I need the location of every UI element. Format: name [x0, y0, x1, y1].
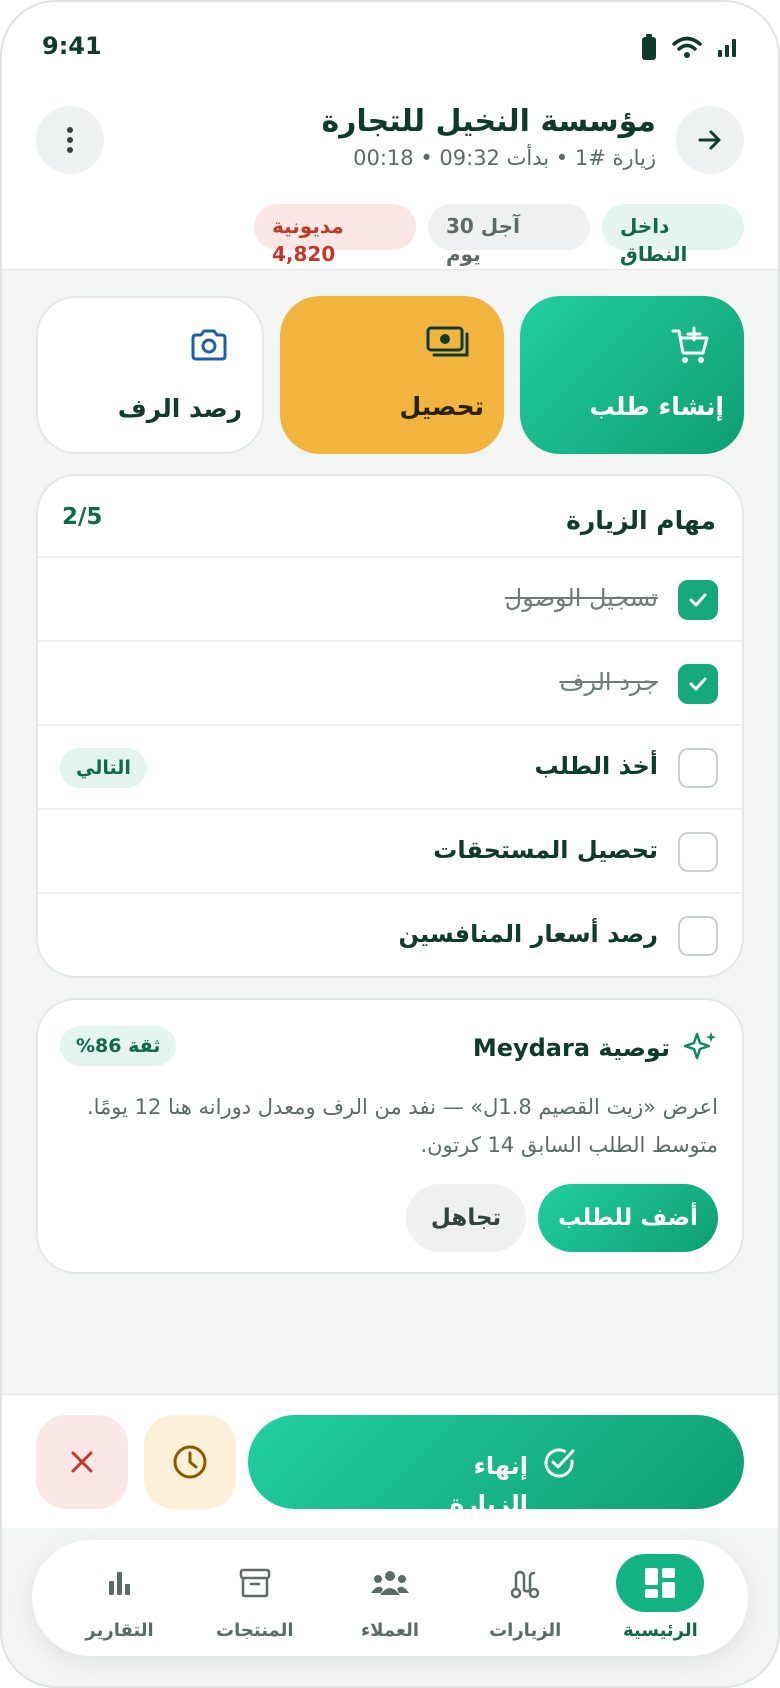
recommendation-card: توصية Meydara ثقة 86% اعرض «زيت القصيم 1…: [36, 998, 744, 1274]
phone-screen: 9:41 مؤسسة النخيل للتجارة زيارة #1 • بدأ…: [0, 0, 780, 1688]
task-item[interactable]: جرد الرف: [38, 642, 742, 726]
tasks-progress: 2/5: [62, 504, 103, 530]
chip-in-range-label: داخل: [620, 214, 670, 238]
task-label: تسجيل الوصول: [504, 584, 658, 612]
task-checkbox[interactable]: [678, 916, 718, 956]
recommendation-text: اعرض «زيت القصيم 1.8ل» — نفد من الرف ومع…: [86, 1095, 718, 1157]
visit-meta: زيارة #1 • بدأت 09:32 • 00:18: [353, 146, 656, 170]
cancel-visit-button[interactable]: [36, 1415, 128, 1509]
add-to-order-button[interactable]: أضف للطلب: [538, 1184, 718, 1252]
tab-customers[interactable]: العملاء: [322, 1540, 457, 1656]
wifi-icon: [672, 36, 702, 58]
tab-customers-label: العملاء: [360, 1620, 419, 1641]
tab-customers-icon-wrap: [346, 1554, 434, 1612]
status-icons: [642, 34, 738, 60]
task-item[interactable]: تحصيل المستحقات: [38, 810, 742, 894]
collect-label: تحصيل: [399, 392, 484, 421]
tasks-title: مهام الزيارة: [566, 506, 716, 535]
create-order-label: إنشاء طلب: [589, 392, 725, 421]
route-icon: [510, 1570, 540, 1599]
tab-home-label: الرئيسية: [622, 1620, 698, 1641]
clock-icon: [173, 1445, 207, 1479]
more-vertical-icon: [67, 127, 73, 153]
task-checkbox[interactable]: [678, 832, 718, 872]
chip-debt-label: مديونية: [272, 214, 344, 238]
task-item[interactable]: أخذ الطلب التالي: [38, 726, 742, 810]
chip-credit-term-label: آجل 30: [446, 214, 520, 238]
tab-visits[interactable]: الزيارات: [458, 1540, 593, 1656]
tab-home[interactable]: الرئيسية: [593, 1540, 728, 1656]
task-item[interactable]: رصد أسعار المنافسين: [38, 894, 742, 976]
status-time: 9:41: [42, 32, 102, 60]
chip-credit-term: آجل 30 يوم: [428, 204, 590, 266]
more-options-button[interactable]: [36, 106, 104, 174]
task-label: تحصيل المستحقات: [433, 836, 658, 864]
bar-chart-icon: [108, 1572, 130, 1595]
battery-icon: [642, 34, 656, 60]
task-checkbox[interactable]: [678, 748, 718, 788]
recommendation-title: توصية Meydara: [472, 1034, 670, 1062]
chip-in-range: داخل النطاق: [602, 204, 744, 266]
finish-visit-label: إنهاء الزيارة: [449, 1452, 528, 1518]
pause-visit-button[interactable]: [144, 1415, 236, 1509]
collect-button[interactable]: تحصيل: [280, 296, 504, 454]
quick-actions: إنشاء طلب تحصيل رصد الرف: [36, 296, 744, 454]
create-order-button[interactable]: إنشاء طلب: [520, 296, 744, 454]
tab-home-icon-wrap: [616, 1554, 705, 1612]
next-task-badge: التالي: [60, 748, 147, 788]
status-chips: داخل النطاق آجل 30 يوم مديونية 4,820: [254, 204, 744, 266]
cart-plus-icon: [671, 326, 709, 363]
chip-debt: مديونية 4,820: [254, 204, 416, 266]
task-label: رصد أسعار المنافسين: [398, 920, 658, 948]
ignore-button[interactable]: تجاهل: [406, 1184, 526, 1252]
visit-header: مؤسسة النخيل للتجارة زيارة #1 • بدأت 09:…: [2, 92, 778, 270]
dashboard-icon: [645, 1568, 676, 1598]
confidence-badge: ثقة 86%: [60, 1026, 177, 1066]
shelf-audit-button[interactable]: رصد الرف: [36, 296, 264, 454]
shelf-audit-label: رصد الرف: [117, 394, 242, 423]
tasks-header: مهام الزيارة 2/5: [38, 476, 742, 558]
tab-reports[interactable]: التقارير: [52, 1540, 187, 1656]
check-circle-icon: [544, 1448, 575, 1478]
check-icon: [689, 593, 707, 607]
status-bar: 9:41: [2, 2, 778, 92]
task-checkbox-checked[interactable]: [678, 580, 718, 620]
archive-box-icon: [239, 1568, 271, 1598]
finish-visit-button[interactable]: إنهاء الزيارة: [248, 1415, 744, 1518]
tab-visits-icon-wrap: [481, 1554, 569, 1612]
chip-in-range-sub: النطاق: [620, 242, 688, 266]
tab-reports-label: التقارير: [85, 1620, 154, 1641]
bottom-nav: الرئيسية الزيارات العملاء المنتجات التقا…: [32, 1540, 748, 1656]
tab-products[interactable]: المنتجات: [187, 1540, 322, 1656]
task-checkbox-checked[interactable]: [678, 664, 718, 704]
chip-debt-amount: 4,820: [272, 242, 336, 266]
task-label: أخذ الطلب: [534, 752, 658, 780]
page-title: مؤسسة النخيل للتجارة: [321, 104, 656, 139]
tab-visits-label: الزيارات: [489, 1620, 562, 1641]
close-icon: [71, 1451, 93, 1473]
signal-icon: [718, 39, 736, 57]
task-item[interactable]: تسجيل الوصول: [38, 558, 742, 642]
arrow-right-icon: [698, 130, 721, 150]
chip-credit-term-sub: يوم: [446, 242, 481, 266]
task-label: جرد الرف: [559, 668, 659, 696]
visit-tasks-card: مهام الزيارة 2/5 تسجيل الوصول جرد الرف أ…: [36, 474, 744, 978]
cash-icon: [426, 326, 469, 357]
sparkles-icon: [684, 1032, 716, 1060]
visit-action-bar: إنهاء الزيارة: [2, 1394, 778, 1528]
camera-icon: [191, 329, 227, 361]
tab-products-label: المنتجات: [216, 1620, 294, 1641]
back-button[interactable]: [676, 106, 744, 174]
check-icon: [689, 677, 707, 691]
tab-reports-icon-wrap: [76, 1554, 164, 1612]
users-icon: [370, 1571, 409, 1595]
tab-products-icon-wrap: [211, 1554, 299, 1612]
